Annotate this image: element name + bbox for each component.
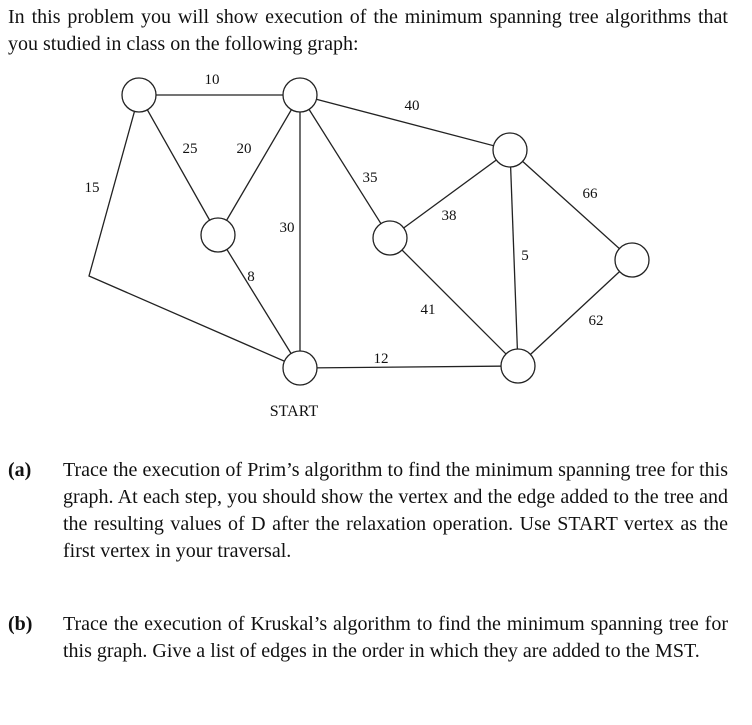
edge-a-s <box>88 94 301 369</box>
vertex-d <box>372 220 408 256</box>
edge-weight-label: 40 <box>405 98 420 114</box>
part-a-text: Trace the execution of Prim’s algorithm … <box>63 459 728 562</box>
edge-s-g <box>299 365 519 369</box>
edge-e-f <box>509 149 633 261</box>
start-label: START <box>270 403 319 420</box>
part-b: (b) Trace the execution of Kruskal’s alg… <box>8 611 728 665</box>
part-b-label: (b) <box>8 613 33 635</box>
edge-weight-label: 5 <box>521 248 529 264</box>
edge-weight-label: 12 <box>374 351 389 367</box>
edge-weight-label: 35 <box>363 170 378 186</box>
edge-b-c <box>217 94 301 236</box>
vertex-c <box>200 217 236 253</box>
edge-weight-label: 20 <box>237 141 252 157</box>
edge-weight-label: 30 <box>280 220 295 236</box>
vertex-b <box>282 77 318 113</box>
edge-weight-label: 15 <box>85 180 100 196</box>
edge-e-g <box>509 149 519 367</box>
edge-weight-label: 41 <box>421 302 436 318</box>
edge-weight-label: 8 <box>247 269 255 285</box>
edge-c-s <box>217 234 301 369</box>
edge-d-g <box>389 237 519 367</box>
problem-intro: In this problem you will show execution … <box>8 4 728 58</box>
part-a-label: (a) <box>8 459 32 481</box>
edge-f-g <box>517 259 633 367</box>
part-a: (a) Trace the execution of Prim’s algori… <box>8 457 728 565</box>
edge-weight-label: 62 <box>589 313 604 329</box>
edge-b-d <box>299 94 391 239</box>
part-b-text: Trace the execution of Kruskal’s algorit… <box>63 613 728 662</box>
edge-weight-label: 25 <box>183 141 198 157</box>
intro-text: In this problem you will show execution … <box>8 6 728 55</box>
vertex-e <box>492 132 528 168</box>
vertex-a <box>121 77 157 113</box>
edge-weight-label: 66 <box>583 186 599 202</box>
edge-weight-label: 10 <box>205 72 220 88</box>
edge-d-e <box>389 149 511 239</box>
start-vertex <box>282 350 318 386</box>
edge-weight-label: 38 <box>442 208 457 224</box>
vertex-f <box>614 242 650 278</box>
graph-diagram: 10 15 25 20 30 35 40 8 38 41 5 66 62 12 START <box>85 72 650 420</box>
vertex-g <box>500 348 536 384</box>
edge-a-c <box>138 94 219 236</box>
